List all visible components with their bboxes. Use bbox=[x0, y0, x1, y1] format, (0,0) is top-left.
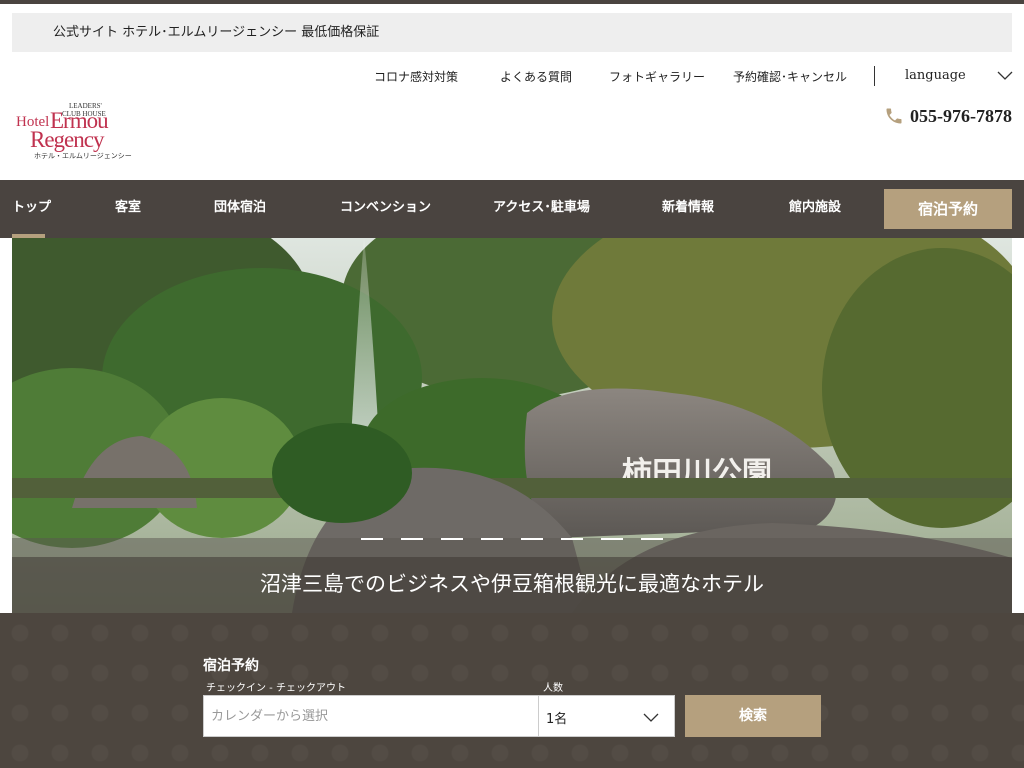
people-select[interactable]: 1名 bbox=[538, 695, 675, 737]
top-accent-bar bbox=[0, 0, 1024, 4]
hero-caption: 沼津三島でのビジネスや伊豆箱根観光に最適なホテル bbox=[12, 557, 1012, 613]
notice-text: 公式サイト ホテル･エルムリージェンシー 最低価格保証 bbox=[53, 25, 380, 40]
main-nav: トップ 客室 団体宿泊 コンベンション アクセス･駐車場 新着情報 館内施設 bbox=[0, 180, 1024, 238]
logo-regency: Regency bbox=[30, 127, 104, 152]
hero-slider[interactable]: 柿田川公園 沼津三島でのビジネスや伊豆箱根観光に最適なホテル bbox=[12, 238, 1012, 613]
slide-dot[interactable] bbox=[521, 538, 543, 540]
utility-link-gallery[interactable]: フォトギャラリー bbox=[609, 68, 705, 85]
slide-dot[interactable] bbox=[401, 538, 423, 540]
slide-dot[interactable] bbox=[561, 538, 583, 540]
nav-item-group-stay[interactable]: 団体宿泊 bbox=[214, 180, 266, 238]
price-guarantee-notice: 公式サイト ホテル･エルムリージェンシー 最低価格保証 bbox=[12, 13, 1012, 52]
slide-dot[interactable] bbox=[361, 538, 383, 540]
nav-item-news[interactable]: 新着情報 bbox=[662, 180, 714, 238]
language-select[interactable]: language bbox=[905, 68, 966, 83]
nav-item-rooms[interactable]: 客室 bbox=[115, 180, 141, 238]
utility-links: コロナ感対対策 よくある質問 フォトギャラリー 予約確認･キャンセル langu… bbox=[0, 66, 1024, 86]
slide-dot[interactable] bbox=[481, 538, 503, 540]
nav-item-access[interactable]: アクセス･駐車場 bbox=[493, 180, 590, 238]
nav-item-facilities[interactable]: 館内施設 bbox=[789, 180, 841, 238]
utility-link-covid[interactable]: コロナ感対対策 bbox=[374, 68, 458, 85]
date-range-input[interactable] bbox=[203, 695, 539, 737]
logo-kana: ホテル・エルムリージェンシー bbox=[34, 152, 132, 160]
people-label: 人数 bbox=[543, 683, 563, 694]
slide-dot[interactable] bbox=[641, 538, 663, 540]
people-value: 1名 bbox=[546, 712, 568, 727]
search-button[interactable]: 検索 bbox=[685, 695, 821, 737]
nav-item-top[interactable]: トップ bbox=[12, 180, 51, 238]
reserve-button[interactable]: 宿泊予約 bbox=[884, 189, 1012, 229]
slide-dot[interactable] bbox=[601, 538, 623, 540]
utility-link-faq[interactable]: よくある質問 bbox=[500, 68, 572, 85]
booking-panel: 宿泊予約 チェックイン - チェックアウト 人数 1名 検索 bbox=[0, 613, 1024, 768]
utility-link-reservation-check[interactable]: 予約確認･キャンセル bbox=[733, 68, 847, 85]
phone-number: 055-976-7878 bbox=[910, 105, 1012, 126]
slide-indicators bbox=[361, 538, 663, 540]
slide-dot[interactable] bbox=[441, 538, 463, 540]
hotel-logo[interactable]: LEADERS' CLUB HOUSE Hotel Ermou Regency … bbox=[12, 100, 132, 166]
checkin-label: チェックイン - チェックアウト bbox=[206, 683, 346, 694]
chevron-down-icon[interactable] bbox=[997, 69, 1013, 81]
phone-contact[interactable]: 055-976-7878 bbox=[884, 104, 1012, 128]
nav-item-convention[interactable]: コンベンション bbox=[340, 180, 431, 238]
chevron-down-icon bbox=[643, 713, 659, 722]
phone-icon bbox=[886, 108, 902, 124]
booking-title: 宿泊予約 bbox=[203, 658, 259, 674]
language-divider bbox=[874, 66, 875, 86]
